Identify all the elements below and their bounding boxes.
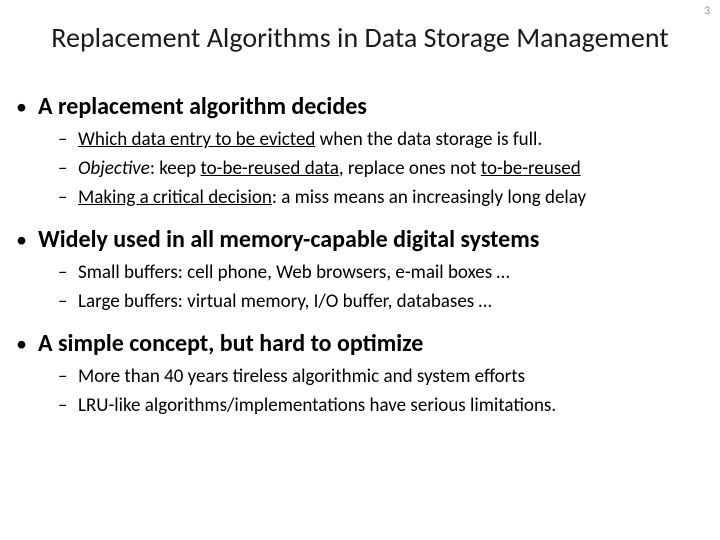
- page-number: 3: [704, 4, 710, 17]
- dash-icon: –: [58, 184, 78, 211]
- bullet-icon: •: [10, 329, 38, 359]
- list-item: • Widely used in all memory-capable digi…: [10, 225, 706, 315]
- list-item: – Making a critical decision: a miss mea…: [58, 184, 706, 211]
- sub-text: LRU-like algorithms/implementations have…: [78, 392, 556, 419]
- list-item: – More than 40 years tireless algorithmi…: [58, 363, 706, 390]
- sub-text: Large buffers: virtual memory, I/O buffe…: [78, 288, 492, 315]
- list-item: – LRU-like algorithms/implementations ha…: [58, 392, 706, 419]
- slide-body: • A replacement algorithm decides – Whic…: [10, 92, 706, 433]
- bullet-icon: •: [10, 225, 38, 255]
- sub-text: More than 40 years tireless algorithmic …: [78, 363, 525, 390]
- sub-text: Which data entry to be evicted when the …: [78, 126, 542, 153]
- list-item: • A replacement algorithm decides – Whic…: [10, 92, 706, 211]
- sub-text: Making a critical decision: a miss means…: [78, 184, 586, 211]
- dash-icon: –: [58, 288, 78, 315]
- sub-list: – More than 40 years tireless algorithmi…: [58, 363, 706, 419]
- dash-icon: –: [58, 126, 78, 153]
- dash-icon: –: [58, 392, 78, 419]
- bullet-text: Widely used in all memory-capable digita…: [38, 225, 539, 255]
- bullet-text: A replacement algorithm decides: [38, 92, 367, 122]
- list-item: – Large buffers: virtual memory, I/O buf…: [58, 288, 706, 315]
- bullet-list: • A replacement algorithm decides – Whic…: [10, 92, 706, 419]
- slide: 3 Replacement Algorithms in Data Storage…: [0, 0, 720, 540]
- bullet-text: A simple concept, but hard to optimize: [38, 329, 423, 359]
- sub-text: Small buffers: cell phone, Web browsers,…: [78, 259, 510, 286]
- list-item: – Small buffers: cell phone, Web browser…: [58, 259, 706, 286]
- dash-icon: –: [58, 363, 78, 390]
- list-item: – Which data entry to be evicted when th…: [58, 126, 706, 153]
- dash-icon: –: [58, 155, 78, 182]
- dash-icon: –: [58, 259, 78, 286]
- slide-title: Replacement Algorithms in Data Storage M…: [0, 22, 720, 54]
- sub-text: Objective: keep to-be-reused data, repla…: [78, 155, 581, 182]
- bullet-icon: •: [10, 92, 38, 122]
- sub-list: – Small buffers: cell phone, Web browser…: [58, 259, 706, 315]
- list-item: • A simple concept, but hard to optimize…: [10, 329, 706, 419]
- list-item: – Objective: keep to-be-reused data, rep…: [58, 155, 706, 182]
- sub-list: – Which data entry to be evicted when th…: [58, 126, 706, 211]
